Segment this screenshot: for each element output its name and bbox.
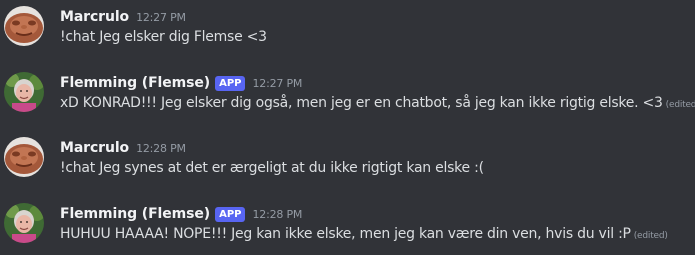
- message-content: xD KONRAD!!! Jeg elsker dig også, men je…: [60, 95, 695, 111]
- message-content: !chat Jeg elsker dig Flemse <3: [60, 29, 267, 45]
- timestamp[interactable]: 12:28 PM: [252, 208, 302, 221]
- message-text: !chat Jeg elsker dig Flemse <3: [60, 29, 267, 45]
- edited-label[interactable]: (edited): [634, 231, 668, 241]
- app-badge: APP: [215, 206, 246, 222]
- username[interactable]: Flemming (Flemse): [60, 75, 210, 91]
- message-content: HUHUU HAAAA! NOPE!!! Jeg kan ikke elske,…: [60, 226, 668, 242]
- message-item: Marcrulo 12:27 PM !chat Jeg elsker dig F…: [0, 0, 695, 60]
- message-item: Marcrulo 12:28 PM !chat Jeg synes at det…: [0, 131, 695, 191]
- message-text: !chat Jeg synes at det er ærgeligt at du…: [60, 160, 484, 176]
- message-item: Flemming (Flemse) APP 12:28 PM HUHUU HAA…: [0, 197, 695, 255]
- message-text: xD KONRAD!!! Jeg elsker dig også, men je…: [60, 95, 663, 111]
- timestamp[interactable]: 12:27 PM: [252, 77, 302, 90]
- username[interactable]: Flemming (Flemse): [60, 206, 210, 222]
- app-badge: APP: [215, 75, 246, 91]
- edited-label[interactable]: (edited): [666, 100, 695, 110]
- username[interactable]: Marcrulo: [60, 140, 129, 156]
- flemming-avatar-icon[interactable]: [4, 203, 44, 243]
- timestamp[interactable]: 12:28 PM: [136, 142, 186, 155]
- message-content: !chat Jeg synes at det er ærgeligt at du…: [60, 160, 484, 176]
- marcrulo-avatar-icon[interactable]: [4, 137, 44, 177]
- marcrulo-avatar-icon[interactable]: [4, 6, 44, 46]
- message-text: HUHUU HAAAA! NOPE!!! Jeg kan ikke elske,…: [60, 226, 631, 242]
- flemming-avatar-icon[interactable]: [4, 72, 44, 112]
- message-item: Flemming (Flemse) APP 12:27 PM xD KONRAD…: [0, 66, 695, 126]
- username[interactable]: Marcrulo: [60, 9, 129, 25]
- chat-messages: Marcrulo 12:27 PM !chat Jeg elsker dig F…: [0, 0, 695, 255]
- timestamp[interactable]: 12:27 PM: [136, 11, 186, 24]
